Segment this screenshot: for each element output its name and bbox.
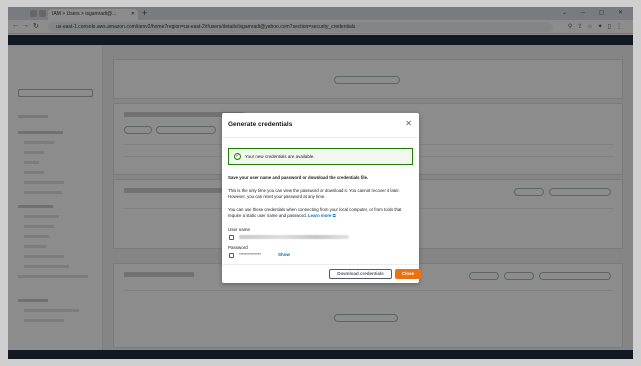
learn-more-link[interactable]: Learn more	[308, 213, 331, 218]
show-password-link[interactable]: Show	[278, 252, 290, 257]
success-message: Your new credentials are available.	[245, 154, 315, 159]
instruction-text: Save your user name and password or down…	[228, 175, 369, 180]
copy-icon[interactable]	[229, 253, 234, 258]
username-value-redacted	[239, 235, 349, 239]
info-paragraph-2: You can use these credentials when conne…	[228, 207, 414, 219]
username-label: User name	[228, 227, 251, 232]
copy-icon[interactable]	[229, 235, 234, 240]
password-mask: ***************	[239, 252, 261, 257]
external-link-icon[interactable]: ⧉	[333, 213, 336, 218]
modal-title: Generate credentials	[228, 121, 293, 128]
check-circle-icon: ✓	[234, 153, 241, 160]
generate-credentials-modal: Generate credentials ✕ ✓ Your new creden…	[222, 113, 421, 283]
info-paragraph-1: This is the only time you can view the p…	[228, 188, 400, 200]
browser-window: IAM > Users > isgamradi@... ✕ + ⌄ ─ ▢ ✕ …	[8, 7, 633, 359]
close-button[interactable]: Close	[395, 269, 421, 279]
password-row: *************** Show	[222, 252, 419, 259]
password-label: Password	[228, 245, 248, 250]
modal-header-divider	[222, 137, 419, 138]
success-alert: ✓ Your new credentials are available.	[228, 148, 413, 165]
close-icon[interactable]: ✕	[405, 120, 412, 128]
download-credentials-button[interactable]: Download credentials	[329, 269, 392, 279]
modal-footer-divider	[222, 264, 419, 265]
username-row	[222, 234, 419, 241]
